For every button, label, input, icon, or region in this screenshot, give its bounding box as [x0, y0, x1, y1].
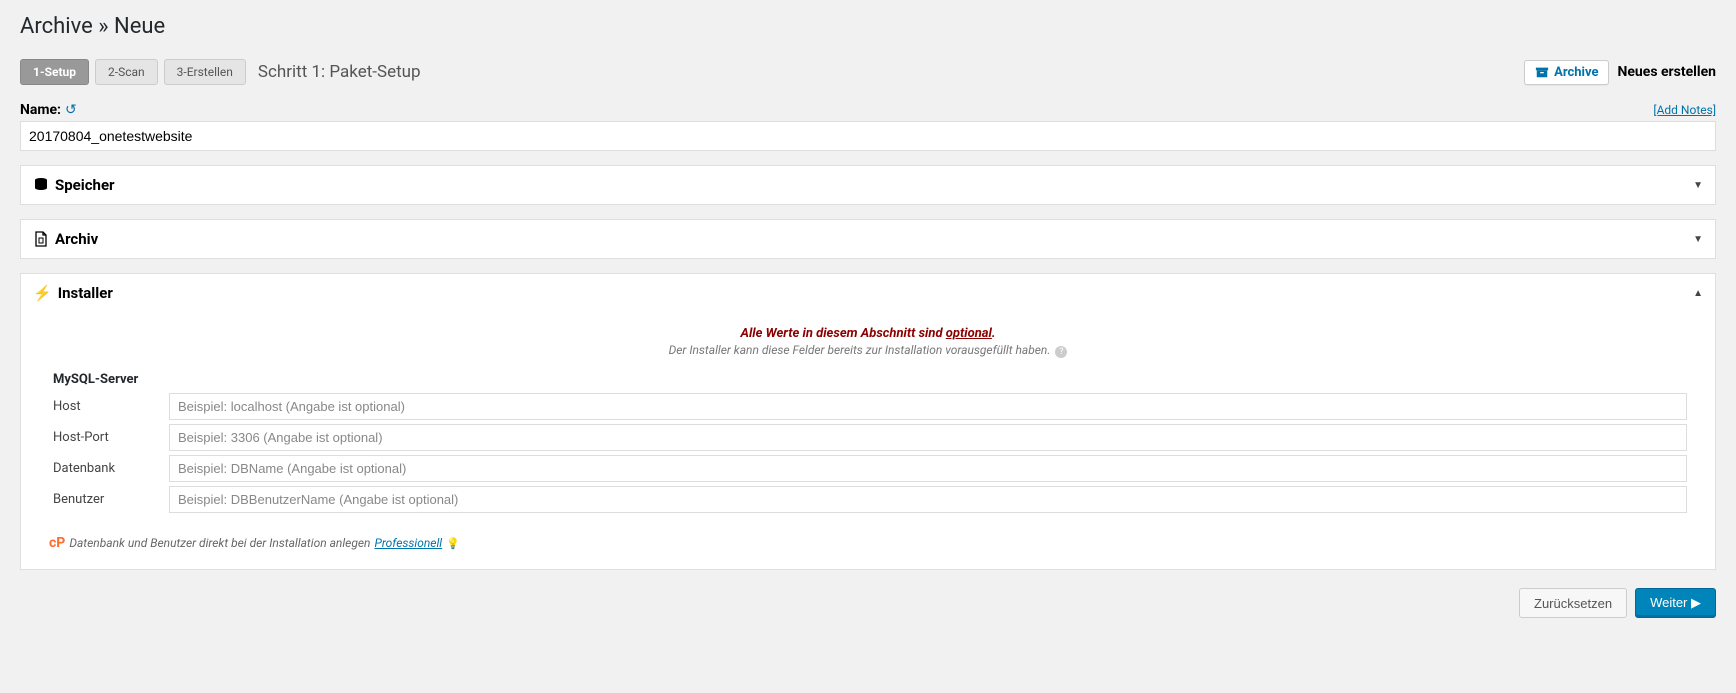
- chevron-down-icon: ▼: [1693, 180, 1703, 191]
- professional-link[interactable]: Professionell: [374, 536, 442, 550]
- bolt-icon: ⚡: [33, 284, 52, 302]
- create-new-label[interactable]: Neues erstellen: [1617, 64, 1716, 80]
- archive-panel-title: Archiv: [55, 230, 98, 248]
- chevron-down-icon: ▼: [1693, 234, 1703, 245]
- installer-panel-header[interactable]: ⚡ Installer ▲: [21, 274, 1715, 312]
- storage-panel-title: Speicher: [55, 176, 115, 194]
- installer-note: Alle Werte in diesem Abschnitt sind opti…: [49, 326, 1687, 358]
- add-notes-link[interactable]: [Add Notes]: [1653, 103, 1716, 117]
- field-database: Datenbank: [49, 455, 1687, 482]
- next-button[interactable]: Weiter ▶: [1635, 588, 1716, 618]
- user-label: Benutzer: [49, 492, 169, 507]
- storage-panel-header[interactable]: Speicher ▼: [21, 166, 1715, 204]
- installer-note-line1-bold: optional: [946, 326, 992, 341]
- archive-button[interactable]: Archive: [1524, 60, 1609, 85]
- step-tabs-row: 1-Setup 2-Scan 3-Erstellen Schritt 1: Pa…: [20, 53, 1716, 91]
- host-port-label: Host-Port: [49, 430, 169, 445]
- storage-panel: Speicher ▼: [20, 165, 1716, 205]
- package-name-input[interactable]: [20, 121, 1716, 151]
- name-label: Name:: [20, 102, 61, 118]
- name-row: Name: ↺ [Add Notes]: [20, 99, 1716, 121]
- installer-note-line1-pre: Alle Werte in diesem Abschnitt sind: [740, 326, 945, 341]
- tab-build[interactable]: 3-Erstellen: [164, 59, 246, 85]
- lightbulb-icon: 💡: [446, 537, 460, 550]
- help-icon[interactable]: ?: [1055, 346, 1067, 358]
- chevron-up-icon: ▲: [1693, 288, 1703, 299]
- installer-panel-title: Installer: [58, 284, 113, 302]
- host-input[interactable]: [169, 393, 1687, 420]
- archive-button-label: Archive: [1554, 65, 1598, 80]
- footnote-text: Datenbank und Benutzer direkt bei der In…: [69, 536, 370, 550]
- cpanel-footnote: cP Datenbank und Benutzer direkt bei der…: [49, 535, 1687, 551]
- user-input[interactable]: [169, 486, 1687, 513]
- page-title: Archive » Neue: [20, 0, 1716, 53]
- database-input[interactable]: [169, 455, 1687, 482]
- package-icon: [1535, 65, 1549, 79]
- tab-setup[interactable]: 1-Setup: [20, 59, 89, 85]
- field-user: Benutzer: [49, 486, 1687, 513]
- installer-note-line2: Der Installer kann diese Felder bereits …: [669, 343, 1051, 357]
- installer-panel-body: Alle Werte in diesem Abschnitt sind opti…: [21, 312, 1715, 569]
- database-icon: [33, 177, 49, 193]
- top-right-actions: Archive Neues erstellen: [1524, 60, 1716, 85]
- file-archive-icon: [33, 231, 49, 247]
- reset-button[interactable]: Zurücksetzen: [1519, 588, 1627, 618]
- mysql-section-label: MySQL-Server: [53, 372, 1687, 387]
- field-host: Host: [49, 393, 1687, 420]
- step-title: Schritt 1: Paket-Setup: [258, 62, 421, 82]
- cpanel-icon: cP: [49, 535, 65, 551]
- installer-note-line1-post: .: [992, 326, 996, 341]
- bottom-buttons: Zurücksetzen Weiter ▶: [20, 588, 1716, 618]
- archive-panel: Archiv ▼: [20, 219, 1716, 259]
- field-host-port: Host-Port: [49, 424, 1687, 451]
- archive-panel-header[interactable]: Archiv ▼: [21, 220, 1715, 258]
- database-label: Datenbank: [49, 461, 169, 476]
- host-label: Host: [49, 399, 169, 414]
- tab-scan[interactable]: 2-Scan: [95, 59, 158, 85]
- reset-name-icon[interactable]: ↺: [65, 102, 77, 118]
- host-port-input[interactable]: [169, 424, 1687, 451]
- installer-panel: ⚡ Installer ▲ Alle Werte in diesem Absch…: [20, 273, 1716, 570]
